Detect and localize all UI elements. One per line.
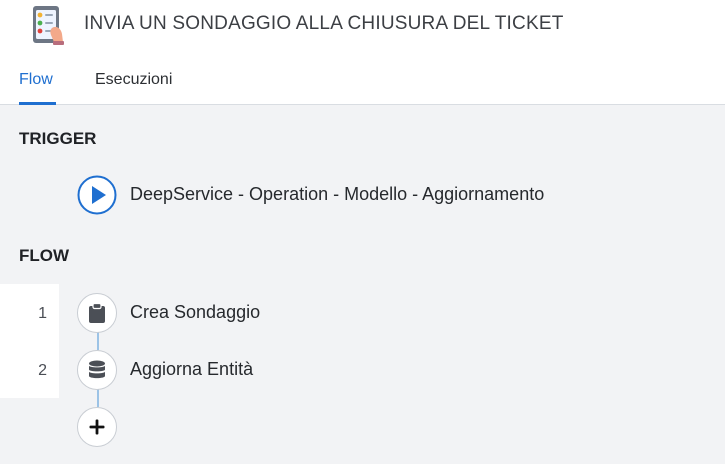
trigger-section-label: TRIGGER — [19, 129, 97, 148]
tab-esecuzioni[interactable]: Esecuzioni — [95, 71, 172, 89]
step-2-node[interactable] — [77, 350, 117, 390]
add-step-button[interactable] — [77, 407, 117, 447]
flow-section-label: FLOW — [19, 246, 70, 265]
step-label[interactable]: Crea Sondaggio — [130, 302, 260, 323]
step-number: 1 — [38, 305, 47, 322]
clipboard-icon — [89, 303, 105, 323]
step-connector — [97, 332, 99, 350]
database-icon — [89, 360, 105, 379]
trigger-name[interactable]: DeepService - Operation - Modello - Aggi… — [130, 184, 544, 205]
step-number: 2 — [38, 362, 47, 379]
page-title: INVIA UN SONDAGGIO ALLA CHIUSURA DEL TIC… — [84, 13, 564, 34]
step-connector — [97, 389, 99, 407]
step-1-node[interactable] — [77, 293, 117, 333]
survey-tablet-icon — [33, 6, 64, 45]
play-icon[interactable] — [77, 175, 117, 215]
page-header: INVIA UN SONDAGGIO ALLA CHIUSURA DEL TIC… — [0, 0, 725, 105]
step-label[interactable]: Aggiorna Entità — [130, 359, 253, 380]
active-tab-indicator — [19, 102, 56, 105]
step-number-column: 1 2 — [0, 284, 59, 398]
plus-icon — [89, 419, 105, 435]
tab-flow[interactable]: Flow — [19, 71, 53, 89]
